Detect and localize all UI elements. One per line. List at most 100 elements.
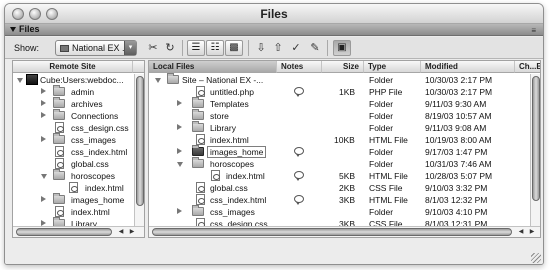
- remote-row[interactable]: archives: [13, 97, 135, 110]
- resize-grip-icon[interactable]: [531, 253, 541, 263]
- remote-item-label: css_index.html: [71, 147, 128, 157]
- file-name: css_images: [210, 207, 255, 217]
- file-modified: 9/11/03 9:08 AM: [425, 123, 487, 133]
- scroll-left-icon[interactable]: ◀: [516, 227, 526, 237]
- disclosure-open-icon[interactable]: [177, 162, 183, 167]
- server-icon: [26, 74, 38, 85]
- file-modified: 10/19/03 8:00 AM: [425, 135, 492, 145]
- local-files-pane: Local Files Notes Size Type Modified Ch.…: [148, 60, 541, 238]
- get-icon[interactable]: ⇩: [254, 41, 268, 55]
- html-file-icon: [69, 182, 78, 193]
- file-type: Folder: [369, 159, 394, 169]
- site-select[interactable]: National EX ... ▾: [55, 40, 137, 56]
- file-type: Folder: [369, 99, 394, 109]
- local-horizontal-scroll-thumb[interactable]: [152, 228, 512, 236]
- view-site-files-icon[interactable]: ☰: [187, 40, 205, 56]
- column-header-size[interactable]: Size: [322, 61, 364, 73]
- file-row[interactable]: store Folder 8/19/03 10:57 AM: [149, 109, 529, 122]
- local-horizontal-scrollbar[interactable]: ◀ ▶: [149, 226, 540, 237]
- scroll-right-icon[interactable]: ▶: [527, 227, 537, 237]
- remote-vertical-scrollbar[interactable]: [134, 74, 144, 226]
- scroll-right-icon[interactable]: ▶: [127, 227, 137, 237]
- remote-row[interactable]: index.html: [13, 182, 135, 194]
- file-row[interactable]: Library Folder 9/11/03 9:08 AM: [149, 121, 529, 134]
- disclosure-open-icon[interactable]: [17, 78, 23, 83]
- file-name: css_index.html: [210, 195, 267, 205]
- view-repository-icon[interactable]: ▩: [225, 40, 243, 56]
- files-panel-header[interactable]: Files ≡: [5, 24, 543, 36]
- file-size: 10KB: [334, 135, 355, 145]
- local-vertical-scroll-thumb[interactable]: [532, 76, 540, 201]
- column-header-local-files[interactable]: Local Files: [149, 61, 277, 73]
- remote-site-pane: Remote Site Cube:Users:webdoc... admin a…: [12, 60, 145, 238]
- file-row[interactable]: global.css 2KB CSS File 9/10/03 3:32 PM: [149, 182, 529, 194]
- remote-root-row[interactable]: Cube:Users:webdoc...: [13, 74, 135, 86]
- local-vertical-scrollbar[interactable]: [530, 74, 540, 226]
- folder-icon: [53, 85, 65, 96]
- folder-icon: [53, 133, 65, 144]
- remote-row[interactable]: index.html: [13, 206, 135, 218]
- file-row[interactable]: index.html 5KB HTML File 10/28/03 5:07 P…: [149, 170, 529, 182]
- file-row[interactable]: horoscopes Folder 10/31/03 7:46 AM: [149, 157, 529, 170]
- remote-horizontal-scroll-thumb[interactable]: [16, 228, 112, 236]
- disclosure-open-icon[interactable]: [41, 174, 47, 179]
- remote-vertical-scroll-thumb[interactable]: [136, 76, 144, 206]
- remote-site-header[interactable]: Remote Site: [13, 61, 133, 73]
- file-row[interactable]: untitled.php 1KB PHP File 10/30/03 2:17 …: [149, 86, 529, 98]
- put-icon[interactable]: ⇧: [271, 41, 285, 55]
- file-row[interactable]: index.html 10KB HTML File 10/19/03 8:00 …: [149, 134, 529, 146]
- column-header-notes[interactable]: Notes: [277, 61, 322, 73]
- disclosure-closed-icon[interactable]: [177, 124, 182, 130]
- file-row[interactable]: images_home Folder 9/17/03 1:47 PM: [149, 145, 529, 158]
- disclosure-closed-icon[interactable]: [177, 100, 182, 106]
- design-note-icon[interactable]: [294, 171, 304, 181]
- connect-icon[interactable]: ✂: [146, 41, 160, 55]
- remote-row[interactable]: global.css: [13, 158, 135, 170]
- view-testing-server-icon[interactable]: ☷: [206, 40, 224, 56]
- collapse-triangle-icon[interactable]: [10, 27, 16, 32]
- remote-row[interactable]: images_home: [13, 193, 135, 206]
- file-type: HTML File: [369, 135, 408, 145]
- column-header-type[interactable]: Type: [364, 61, 421, 73]
- file-type: PHP File: [369, 87, 403, 97]
- remote-row[interactable]: Connections: [13, 109, 135, 122]
- disclosure-closed-icon[interactable]: [41, 196, 46, 202]
- site-icon: [60, 45, 69, 52]
- refresh-icon[interactable]: ↻: [163, 41, 177, 55]
- remote-row[interactable]: css_design.css: [13, 122, 135, 134]
- disclosure-closed-icon[interactable]: [177, 148, 182, 154]
- column-header-modified[interactable]: Modified: [421, 61, 515, 73]
- file-row[interactable]: Site – National EX -... Folder 10/30/03 …: [149, 73, 529, 86]
- css-file-icon: [55, 158, 64, 169]
- remote-horizontal-scrollbar[interactable]: ◀ ▶: [13, 226, 144, 237]
- file-size: 1KB: [339, 87, 356, 97]
- remote-row[interactable]: css_index.html: [13, 146, 135, 158]
- check-out-icon[interactable]: ✓: [289, 41, 303, 55]
- scroll-left-icon[interactable]: ◀: [116, 227, 126, 237]
- remote-item-label: css_images: [71, 135, 116, 145]
- check-in-icon[interactable]: ✎: [308, 41, 322, 55]
- file-row[interactable]: Templates Folder 9/11/03 9:30 AM: [149, 97, 529, 110]
- disclosure-open-icon[interactable]: [155, 78, 161, 83]
- column-header-checked-out-by[interactable]: Ch...By: [515, 61, 540, 73]
- design-note-icon[interactable]: [294, 195, 304, 205]
- folder-icon: [53, 109, 65, 120]
- panel-options-icon[interactable]: ≡: [531, 26, 536, 35]
- file-row[interactable]: css_index.html 3KB HTML File 8/1/03 12:3…: [149, 194, 529, 206]
- remote-row[interactable]: admin: [13, 85, 135, 98]
- disclosure-closed-icon[interactable]: [41, 112, 46, 118]
- disclosure-closed-icon[interactable]: [41, 88, 46, 94]
- file-row[interactable]: css_images Folder 9/10/03 4:10 PM: [149, 205, 529, 218]
- file-name: index.html: [210, 135, 249, 145]
- disclosure-closed-icon[interactable]: [41, 100, 46, 106]
- remote-row[interactable]: horoscopes: [13, 169, 135, 182]
- disclosure-closed-icon[interactable]: [41, 136, 46, 142]
- toolbar-separator: [248, 40, 249, 56]
- remote-row[interactable]: css_images: [13, 133, 135, 146]
- design-note-icon[interactable]: [294, 87, 304, 97]
- disclosure-closed-icon[interactable]: [177, 208, 182, 214]
- file-modified: 10/30/03 2:17 PM: [425, 75, 493, 85]
- remote-item-label: global.css: [71, 159, 109, 169]
- expand-collapse-icon[interactable]: ▣: [333, 40, 351, 56]
- design-note-icon[interactable]: [294, 147, 304, 157]
